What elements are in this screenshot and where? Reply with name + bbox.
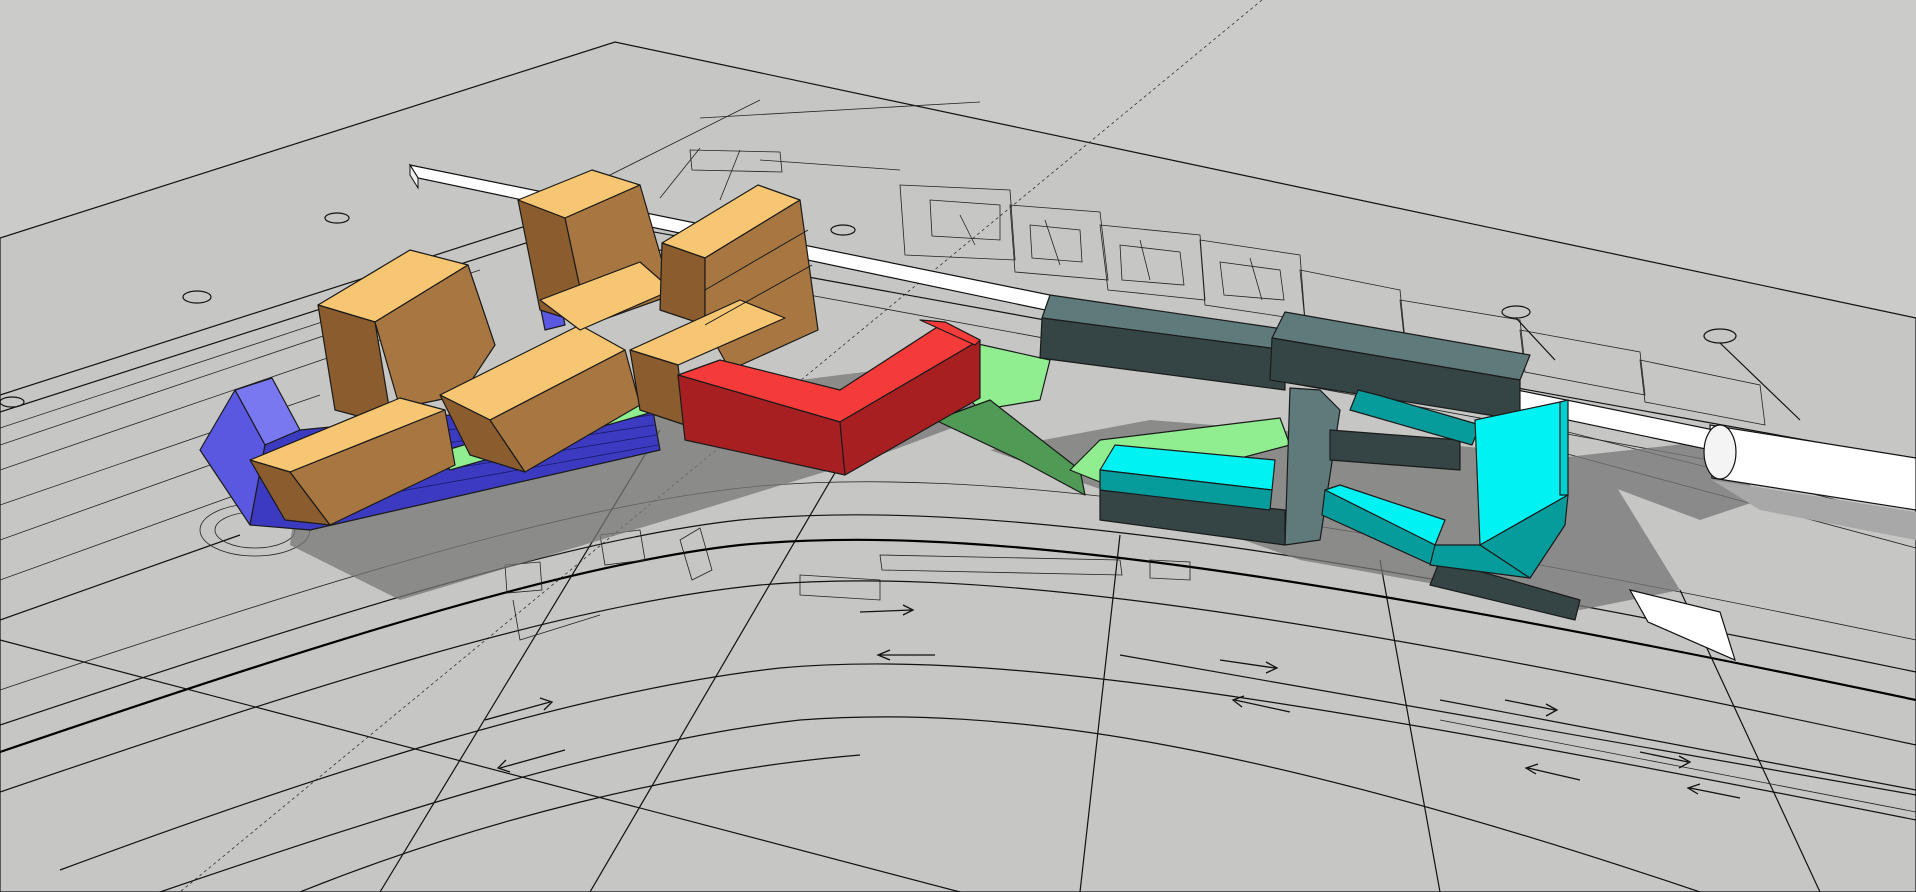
model-viewport[interactable] [0,0,1916,892]
massing-scene[interactable] [0,0,1916,892]
